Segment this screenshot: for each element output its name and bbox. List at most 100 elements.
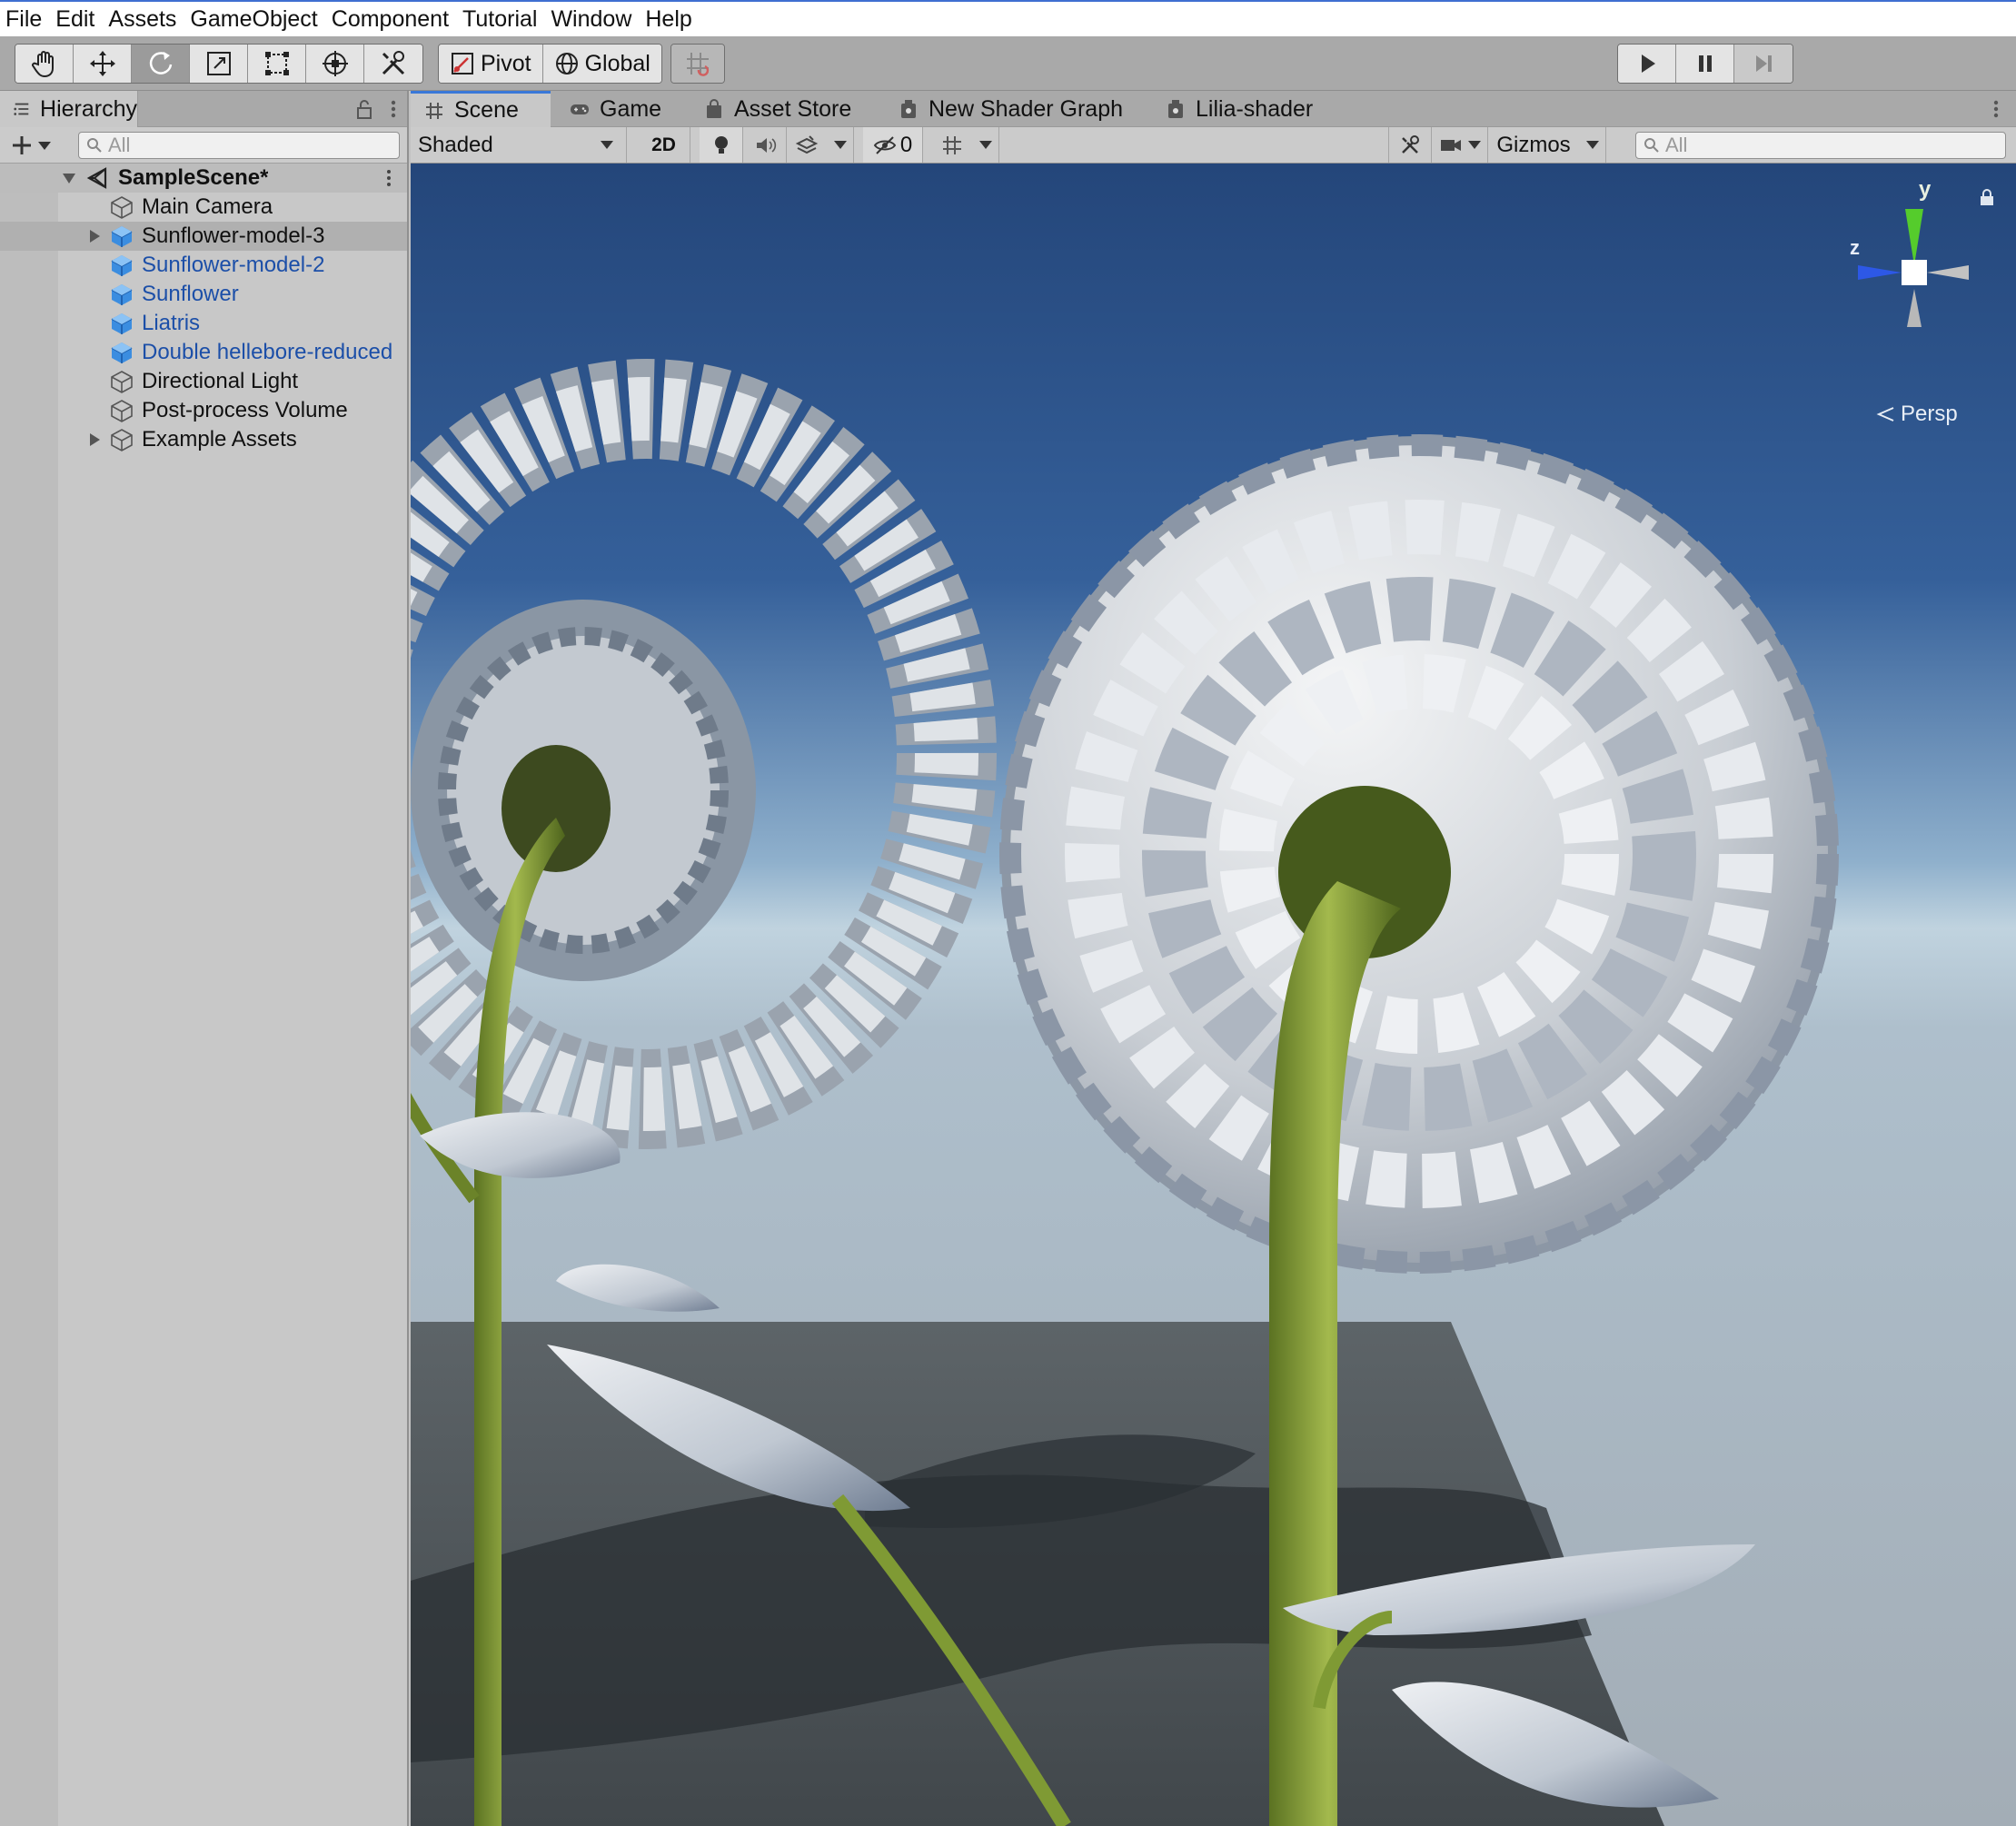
scene-visibility-toggle[interactable]: 0 bbox=[863, 127, 923, 163]
custom-tool-button[interactable] bbox=[364, 45, 422, 83]
menu-help[interactable]: Help bbox=[645, 6, 691, 33]
grid-toggle[interactable] bbox=[932, 127, 972, 163]
hierarchy-search-row: All bbox=[0, 127, 407, 164]
move-tool-button[interactable] bbox=[74, 45, 132, 83]
expand-arrow-icon[interactable] bbox=[85, 431, 104, 449]
hierarchy-tab[interactable]: Hierarchy bbox=[0, 91, 138, 127]
hierarchy-item[interactable]: Liatris bbox=[0, 309, 407, 338]
hierarchy-item[interactable]: Double hellebore-reduced bbox=[0, 338, 407, 367]
grid-icon bbox=[426, 102, 442, 119]
scene-view-toolbar: Shaded 2D 0 Gizmos All bbox=[411, 127, 2016, 164]
hierarchy-item[interactable]: Sunflower-model-3 bbox=[0, 222, 407, 251]
gameobject-icon bbox=[111, 371, 133, 393]
rotate-tool-button[interactable] bbox=[132, 45, 190, 83]
play-controls bbox=[1617, 44, 1793, 84]
tab-asset-store[interactable]: Asset Store bbox=[690, 91, 851, 127]
hidden-object-count: 0 bbox=[899, 132, 913, 157]
lock-icon[interactable] bbox=[353, 96, 376, 122]
scale-tool-button[interactable] bbox=[190, 45, 248, 83]
draw-mode-dropdown[interactable]: Shaded bbox=[411, 127, 627, 163]
scene-options-icon[interactable] bbox=[385, 167, 392, 189]
hierarchy-tab-label: Hierarchy bbox=[40, 95, 137, 122]
grid-snap-button[interactable] bbox=[671, 45, 724, 83]
scene-row[interactable]: SampleScene* bbox=[0, 164, 407, 193]
unity-scene-icon bbox=[86, 167, 107, 189]
pause-icon bbox=[1698, 55, 1712, 72]
expand-arrow-icon[interactable] bbox=[60, 169, 78, 187]
transform-tools-group bbox=[15, 44, 423, 84]
hierarchy-item-label: Liatris bbox=[142, 311, 201, 335]
effects-dropdown[interactable] bbox=[827, 127, 854, 163]
create-dropdown[interactable] bbox=[9, 133, 51, 158]
menu-edit[interactable]: Edit bbox=[55, 6, 94, 33]
hand-tool-button[interactable] bbox=[15, 45, 74, 83]
menu-component[interactable]: Component bbox=[332, 6, 449, 33]
grid-snap-icon bbox=[687, 53, 710, 76]
projection-label: Persp bbox=[1901, 402, 1958, 426]
hierarchy-item[interactable]: Directional Light bbox=[0, 367, 407, 396]
camera-settings-dropdown[interactable] bbox=[1432, 127, 1488, 163]
gamepad-icon bbox=[571, 104, 589, 114]
globe-icon bbox=[555, 53, 578, 74]
hierarchy-item-label: Post-process Volume bbox=[142, 398, 348, 422]
grid-dropdown[interactable] bbox=[972, 127, 999, 163]
tab-lilia-shader[interactable]: Lilia-shader bbox=[1152, 91, 1313, 127]
camera-icon bbox=[1440, 139, 1461, 151]
prefab-icon bbox=[111, 255, 133, 276]
pivot-toggle[interactable]: Pivot bbox=[439, 45, 543, 83]
scene-viewport[interactable]: y z Persp bbox=[411, 164, 2016, 1826]
tab-game-label: Game bbox=[600, 95, 662, 122]
hierarchy-item[interactable]: Main Camera bbox=[0, 193, 407, 222]
more-options-icon[interactable] bbox=[1992, 96, 2000, 122]
menu-gameobject[interactable]: GameObject bbox=[190, 6, 317, 33]
component-tools-button[interactable] bbox=[1388, 127, 1432, 163]
gizmos-dropdown[interactable] bbox=[1579, 127, 1606, 163]
hierarchy-item[interactable]: Post-process Volume bbox=[0, 396, 407, 425]
play-button[interactable] bbox=[1618, 45, 1676, 83]
gameobject-icon bbox=[111, 400, 133, 422]
speaker-icon bbox=[756, 137, 776, 153]
scale-icon bbox=[206, 52, 231, 75]
scene-search-input[interactable]: All bbox=[1635, 132, 2006, 159]
tab-new-shader-graph[interactable]: New Shader Graph bbox=[885, 91, 1123, 127]
audio-toggle[interactable] bbox=[743, 127, 787, 163]
orientation-gizmo[interactable] bbox=[1834, 182, 1980, 372]
hierarchy-tabbar: Hierarchy bbox=[0, 91, 407, 127]
tab-new-shader-graph-label: New Shader Graph bbox=[929, 95, 1124, 122]
menu-window[interactable]: Window bbox=[551, 6, 631, 33]
transform-icon bbox=[322, 51, 348, 76]
2d-label: 2D bbox=[651, 134, 676, 155]
menu-file[interactable]: File bbox=[5, 6, 42, 33]
projection-toggle[interactable]: Persp bbox=[1875, 402, 1958, 427]
global-toggle[interactable]: Global bbox=[542, 45, 661, 83]
lock-icon[interactable] bbox=[1978, 187, 1996, 207]
tab-game[interactable]: Game bbox=[556, 91, 661, 127]
hierarchy-search-input[interactable]: All bbox=[78, 132, 400, 159]
lighting-toggle[interactable] bbox=[700, 127, 743, 163]
menu-tutorial[interactable]: Tutorial bbox=[462, 6, 537, 33]
pause-button[interactable] bbox=[1676, 45, 1734, 83]
hierarchy-item-label: Sunflower-model-3 bbox=[142, 223, 325, 248]
snap-group bbox=[670, 44, 725, 84]
prefab-icon bbox=[111, 284, 133, 305]
pivot-icon bbox=[452, 53, 473, 74]
scene-render[interactable] bbox=[411, 164, 2016, 1826]
main-toolbar: Pivot Global bbox=[0, 36, 2016, 91]
menu-assets[interactable]: Assets bbox=[108, 6, 176, 33]
step-button[interactable] bbox=[1734, 45, 1793, 83]
gizmos-toggle[interactable]: Gizmos bbox=[1488, 127, 1579, 163]
search-icon bbox=[1644, 138, 1659, 153]
effects-toggle[interactable] bbox=[787, 127, 827, 163]
2d-toggle[interactable]: 2D bbox=[638, 127, 690, 163]
expand-arrow-icon[interactable] bbox=[85, 227, 104, 245]
tab-scene[interactable]: Scene bbox=[411, 91, 551, 127]
chevron-down-icon bbox=[833, 141, 847, 149]
hierarchy-item[interactable]: Sunflower-model-2 bbox=[0, 251, 407, 280]
rect-tool-button[interactable] bbox=[248, 45, 306, 83]
gameobject-icon bbox=[111, 196, 133, 219]
transform-tool-button[interactable] bbox=[306, 45, 364, 83]
more-options-icon[interactable] bbox=[389, 96, 398, 122]
hierarchy-item[interactable]: Example Assets bbox=[0, 425, 407, 454]
lightbulb-icon bbox=[714, 135, 728, 154]
hierarchy-item[interactable]: Sunflower bbox=[0, 280, 407, 309]
